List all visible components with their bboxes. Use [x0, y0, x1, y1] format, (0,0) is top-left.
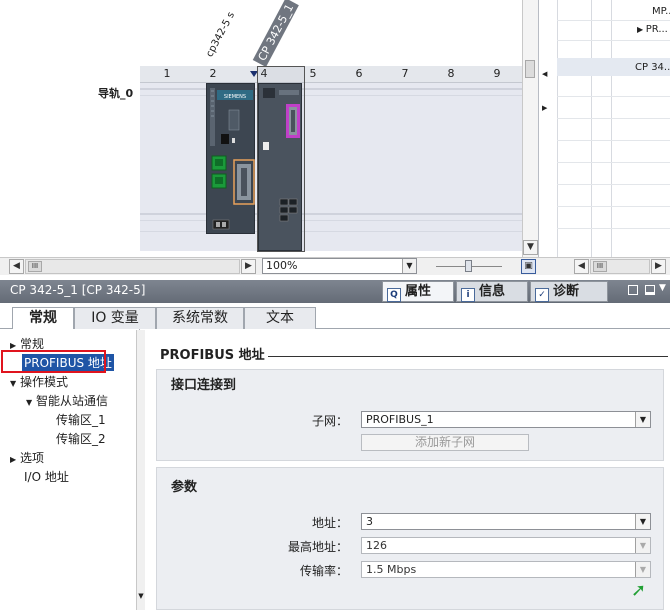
scroll-left-icon[interactable]: ◀ — [574, 259, 589, 274]
float-window-icon[interactable] — [628, 285, 638, 295]
tab-diagnostics[interactable]: ✓ 诊断 — [530, 281, 608, 302]
rack-slot-header: 1 2 4 5 6 7 8 9 — [140, 66, 522, 83]
highest-address-label: 最高地址： — [287, 540, 348, 554]
overview-row-label[interactable]: CP 34... — [635, 62, 670, 73]
subnet-value: PROFIBUS_1 — [366, 413, 434, 426]
tab-system-constants[interactable]: 系统常数 — [156, 307, 244, 329]
address-value: 3 — [366, 515, 373, 528]
slot-number: 6 — [355, 67, 363, 80]
cpu-brand-text: SIEMENS — [224, 94, 246, 100]
nav-item-transfer-area-2[interactable]: 传输区_2 — [56, 430, 106, 447]
rack-rail[interactable] — [140, 83, 522, 251]
collapse-arrow-icon[interactable]: ◀ — [542, 70, 547, 78]
nav-item-slave-communication[interactable]: ▼ 智能从站通信 — [26, 392, 108, 409]
property-subtabs: 常规 IO 变量 系统常数 文本 — [0, 304, 670, 330]
horizontal-scrollbar[interactable]: III — [25, 259, 240, 274]
highlight-box — [1, 350, 106, 373]
properties-icon: Q — [387, 288, 401, 302]
chevron-down-icon[interactable]: ▼ — [402, 259, 416, 273]
transmission-rate-select: 1.5 Mbps ▼ — [361, 561, 651, 578]
nav-item-io-address[interactable]: I/O 地址 — [24, 468, 69, 485]
scroll-right-icon[interactable]: ▶ — [651, 259, 666, 274]
scroll-thumb[interactable] — [525, 60, 535, 78]
zoom-slider-thumb[interactable] — [465, 260, 472, 272]
property-content: PROFIBUS 地址 接口连接到 子网： PROFIBUS_1 ▼ 添加新子网… — [146, 329, 670, 610]
collapse-arrow-icon[interactable]: ▼ — [26, 398, 36, 407]
diagnostics-icon: ✓ — [535, 288, 549, 302]
overview-row-label[interactable]: MP.. — [652, 6, 670, 17]
tab-io-tags[interactable]: IO 变量 — [74, 307, 156, 329]
slot-number: 1 — [163, 67, 171, 80]
cpu-module-graphic: SIEMENS — [210, 88, 255, 230]
tab-general[interactable]: 常规 — [12, 307, 74, 330]
tab-properties[interactable]: Q 属性 — [382, 281, 454, 302]
subnet-select[interactable]: PROFIBUS_1 ▼ — [361, 411, 651, 428]
slot-number: 7 — [401, 67, 409, 80]
collapse-arrow-icon[interactable]: ▼ — [10, 379, 20, 388]
rail-label: 导轨_0 — [98, 87, 134, 100]
expand-arrow-icon[interactable]: ▶ — [542, 104, 547, 112]
properties-title: CP 342-5_1 [CP 342-5] — [10, 283, 146, 297]
cp-module[interactable] — [258, 83, 302, 251]
scroll-down-icon[interactable]: ▼ — [137, 592, 145, 608]
interface-group: 接口连接到 子网： PROFIBUS_1 ▼ 添加新子网 — [156, 369, 664, 461]
slot-number: 9 — [493, 67, 501, 80]
chevron-down-icon[interactable]: ▼ — [659, 283, 666, 293]
overview-navigation-icon[interactable]: ▣ — [521, 259, 536, 274]
highest-address-value: 126 — [366, 539, 387, 552]
section-title: PROFIBUS 地址 — [160, 348, 265, 363]
device-view-vscroll[interactable]: ▼ — [522, 0, 538, 257]
transmission-rate-value: 1.5 Mbps — [366, 563, 417, 576]
address-label: 地址： — [311, 516, 348, 530]
group-title: 参数 — [171, 480, 198, 495]
slot-number: 8 — [447, 67, 455, 80]
nav-item-operating-mode[interactable]: ▼ 操作模式 — [10, 373, 68, 390]
overview-row-label[interactable]: ▶ PR... — [637, 24, 668, 35]
transmission-rate-label: 传输率： — [299, 564, 348, 578]
add-subnet-button[interactable]: 添加新子网 — [361, 434, 529, 451]
group-title: 接口连接到 — [171, 378, 237, 393]
expand-arrow-icon[interactable]: ▶ — [10, 455, 20, 464]
tab-texts[interactable]: 文本 — [244, 307, 316, 329]
nav-item-options[interactable]: ▶ 选项 — [10, 449, 44, 466]
nav-vscroll[interactable]: ▼ — [136, 330, 145, 610]
slot-number: 2 — [209, 67, 217, 80]
device-view: 1 2 4 5 6 7 8 9 导轨_0 cp342-5 s CP 342-5_… — [0, 0, 538, 257]
scroll-left-icon[interactable]: ◀ — [9, 259, 24, 274]
tab-info[interactable]: i 信息 — [456, 281, 528, 302]
scroll-down-icon[interactable]: ▼ — [523, 240, 538, 255]
minimize-window-icon[interactable] — [645, 285, 655, 295]
chevron-down-icon[interactable]: ▼ — [635, 412, 650, 427]
scroll-thumb[interactable]: III — [593, 261, 607, 272]
chevron-down-icon: ▼ — [635, 562, 650, 577]
goto-arrow-icon[interactable]: ➚ — [631, 580, 646, 601]
zoom-select[interactable]: 100% ▼ — [262, 258, 417, 274]
info-icon: i — [461, 288, 475, 302]
chevron-down-icon: ▼ — [635, 538, 650, 553]
subnet-label: 子网： — [311, 414, 348, 428]
device-overview-panel: MP.. ▶ PR... CP 34... ◀ ▶ — [538, 0, 670, 275]
section-divider — [268, 356, 668, 357]
highest-address-select: 126 ▼ — [361, 537, 651, 554]
parameters-group: 参数 地址： 3 ▼ 最高地址： 126 ▼ 传输率： 1.5 Mbps ▼ ➚ — [156, 467, 664, 610]
expand-arrow-icon[interactable]: ▶ — [10, 341, 20, 350]
cpu-module-label: cp342-5 s — [204, 10, 238, 59]
nav-item-transfer-area-1[interactable]: 传输区_1 — [56, 411, 106, 428]
chevron-down-icon[interactable]: ▼ — [635, 514, 650, 529]
scroll-right-icon[interactable]: ▶ — [241, 259, 256, 274]
slot-number: 5 — [309, 67, 317, 80]
scroll-thumb[interactable]: III — [28, 261, 42, 272]
cpu-module[interactable]: SIEMENS — [206, 83, 255, 234]
expand-arrow-icon[interactable]: ▶ — [637, 25, 646, 34]
address-select[interactable]: 3 ▼ — [361, 513, 651, 530]
cp-module-label: CP 342-5_1 — [252, 0, 299, 67]
properties-header: CP 342-5_1 [CP 342-5] Q 属性 i 信息 ✓ 诊断 ▼ — [0, 280, 670, 303]
cp-module-graphic — [263, 88, 300, 222]
zoom-value: 100% — [266, 259, 298, 272]
horizontal-scrollbar[interactable]: III — [590, 259, 650, 274]
